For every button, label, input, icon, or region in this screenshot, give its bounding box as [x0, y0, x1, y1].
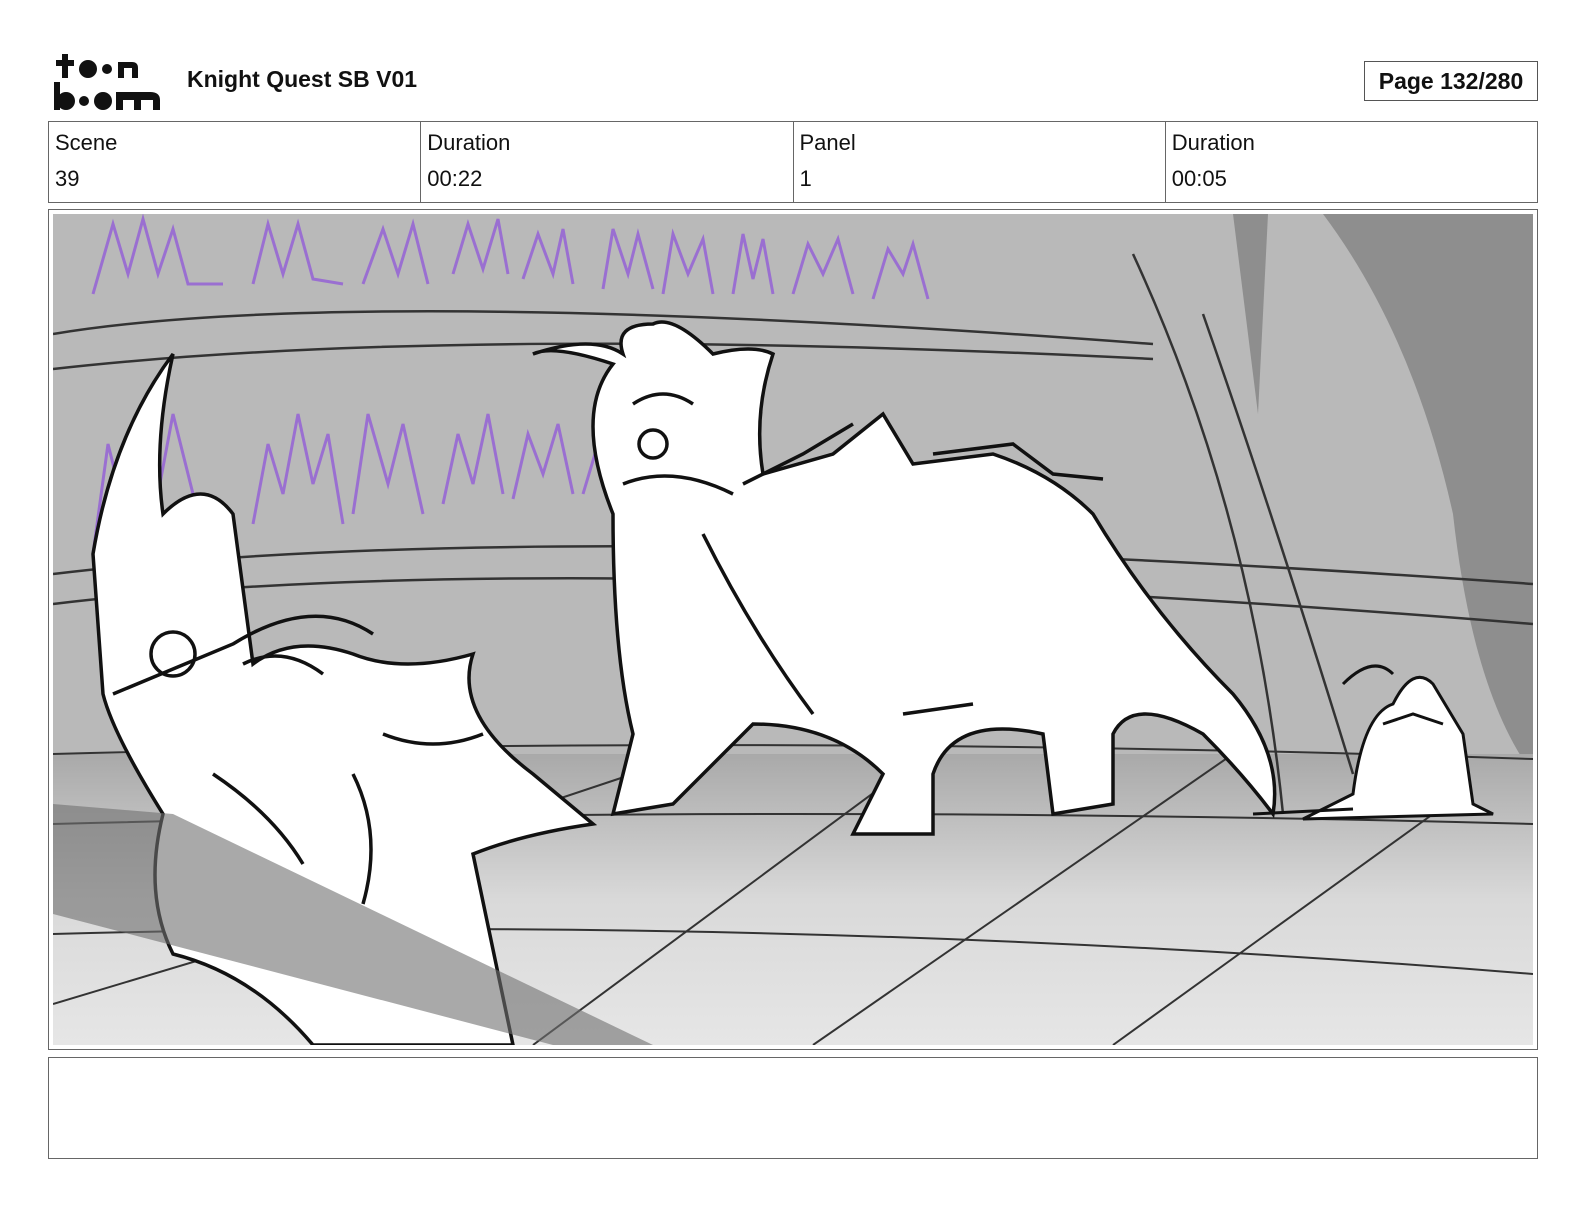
- scene-value: 39: [55, 166, 80, 191]
- scene-duration-cell: Duration 00:22: [421, 122, 794, 202]
- scene-info-table: Scene 39 Duration 00:22 Panel 1 Duration…: [48, 121, 1538, 203]
- panel-duration-cell: Duration 00:05: [1166, 122, 1537, 202]
- scene-cell: Scene 39: [49, 122, 422, 202]
- panel-cell: Panel 1: [794, 122, 1166, 202]
- scene-duration-label: Duration: [427, 130, 511, 155]
- toon-boom-logo: [54, 54, 160, 110]
- panel-label: Panel: [799, 130, 856, 155]
- page-indicator: Page 132/280: [1364, 61, 1538, 101]
- panel-duration-label: Duration: [1171, 130, 1255, 155]
- scene-duration-value: 00:22: [427, 166, 483, 191]
- document-title: Knight Quest SB V01: [187, 66, 418, 92]
- storyboard-sketch-image: [53, 214, 1533, 1045]
- storyboard-panel: [48, 209, 1538, 1050]
- panel-value: 1: [799, 166, 812, 191]
- panel-notes-box: [48, 1057, 1538, 1159]
- panel-duration-value: 00:05: [1171, 166, 1227, 191]
- scene-label: Scene: [55, 130, 118, 155]
